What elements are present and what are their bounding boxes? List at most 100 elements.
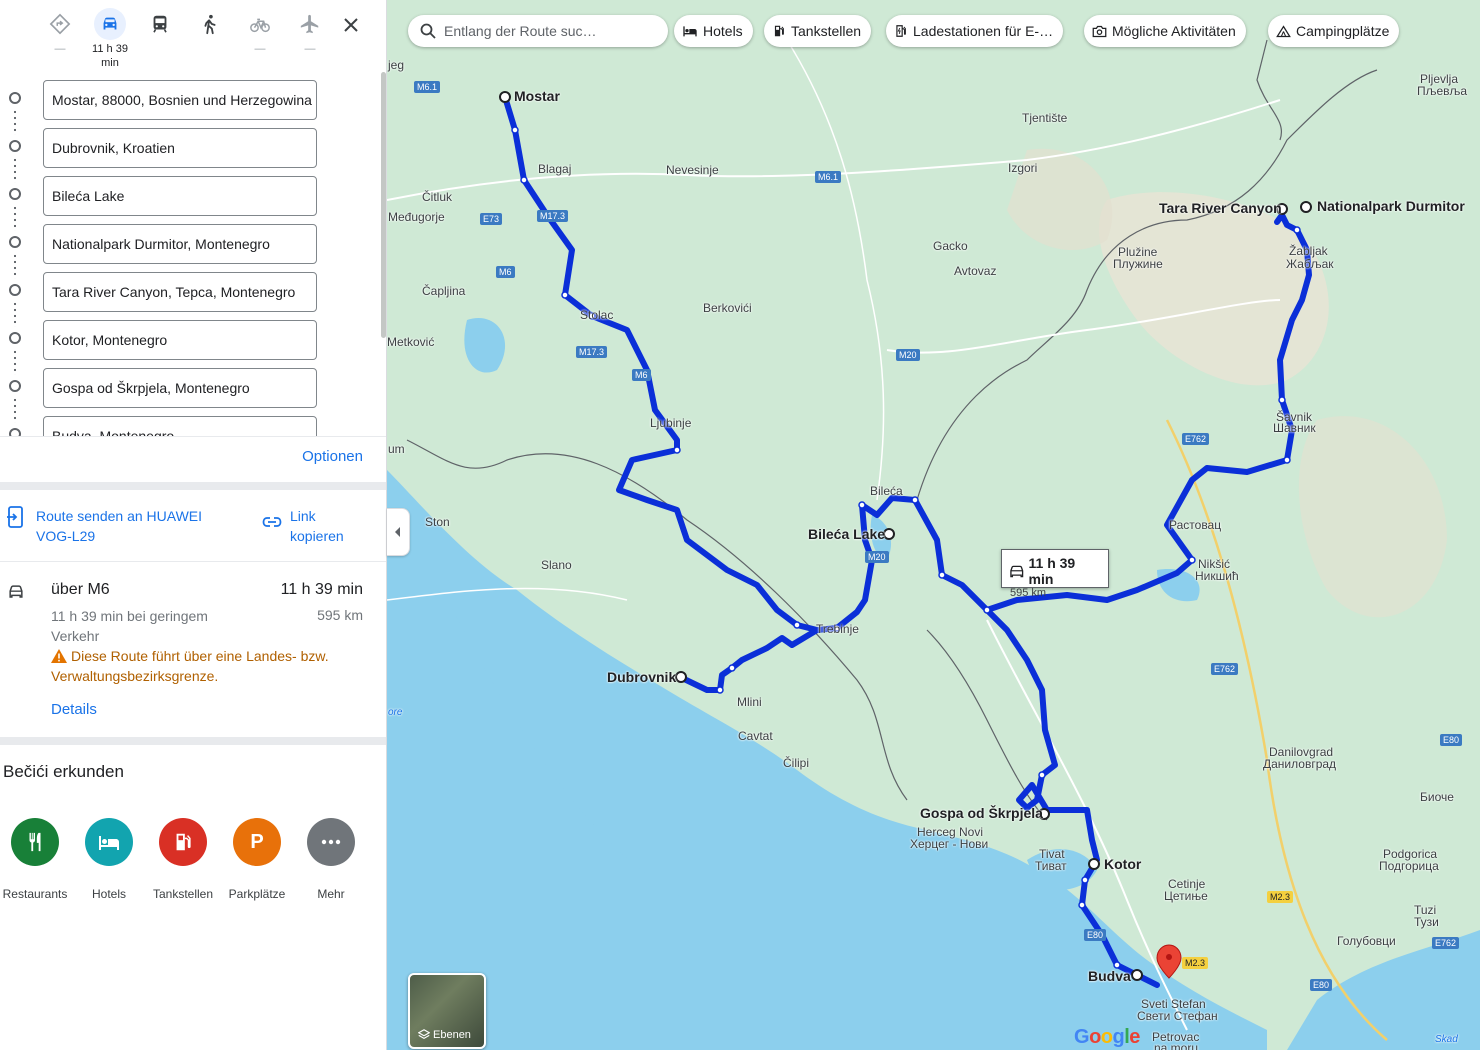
chip-hotels[interactable]: Hotels — [674, 15, 753, 47]
waypoint-input[interactable]: Dubrovnik, Kroatien — [43, 128, 317, 168]
collapse-panel-button[interactable] — [387, 508, 410, 556]
place-label[interactable]: Gospa od Škrpjela — [920, 806, 1043, 820]
hotel-icon — [682, 25, 698, 37]
waypoint-input[interactable]: Bileća Lake — [43, 176, 317, 216]
section-divider — [0, 737, 386, 745]
place-pin[interactable] — [1131, 969, 1143, 981]
gas-station-icon — [159, 818, 207, 866]
restaurant-icon — [11, 818, 59, 866]
send-to-device-button[interactable]: Route senden an HUAWEI VOG-L29 — [6, 506, 226, 546]
waypoint-circle-icon — [9, 140, 21, 152]
waypoint-scrollbar[interactable] — [381, 72, 386, 338]
explore-title: Bečići erkunden — [3, 762, 124, 781]
place-pin[interactable] — [675, 671, 687, 683]
place-label: Голубовци — [1337, 934, 1396, 948]
route-via: über M6 — [51, 581, 110, 598]
chip-gas-stations[interactable]: Tankstellen — [764, 15, 872, 47]
place-label: Плужине — [1113, 257, 1163, 271]
route-warning: Diese Route führt über eine Landes- bzw.… — [51, 646, 371, 686]
map-canvas[interactable]: Mostar Dubrovnik Bileća Lake Tara River … — [387, 0, 1480, 1050]
travel-mode-bar: — 11 h 39 min — — — [0, 0, 386, 72]
category-hotels-button[interactable]: Hotels — [72, 818, 146, 901]
place-label: Растовац — [1169, 518, 1222, 532]
camera-icon — [1092, 25, 1107, 38]
parking-icon: P — [233, 818, 281, 866]
send-to-device-label: Route senden an HUAWEI VOG-L29 — [36, 508, 203, 544]
chevron-left-icon — [395, 527, 400, 537]
warning-icon — [51, 649, 67, 663]
copy-link-button[interactable]: Link kopieren — [262, 506, 360, 546]
maps-app: — 11 h 39 min — — Mostar, 88000, Bosnien… — [0, 0, 1480, 1050]
road-shield: M20 — [896, 349, 920, 361]
waypoint-input[interactable]: Budva, Montenegro — [43, 416, 317, 436]
mode-walk-button[interactable] — [190, 8, 230, 40]
place-label[interactable]: Nationalpark Durmitor — [1317, 199, 1465, 213]
waypoint-input[interactable]: Nationalpark Durmitor, Montenegro — [43, 224, 317, 264]
chip-activities[interactable]: Mögliche Aktivitäten — [1084, 15, 1246, 47]
place-label: Биоче — [1420, 790, 1454, 804]
waypoint-input[interactable]: Mostar, 88000, Bosnien und Herzegowina — [43, 80, 317, 120]
place-label: Čapljina — [422, 284, 466, 298]
road-shield: M2.3 — [1267, 891, 1294, 903]
layers-icon — [418, 1029, 430, 1040]
route-duration: 11 h 39 min — [280, 581, 363, 598]
place-label: Mlini — [737, 695, 762, 709]
mode-bike-button[interactable]: — — [240, 8, 280, 56]
place-label[interactable]: Kotor — [1104, 857, 1141, 871]
chip-camping[interactable]: Campingplätze — [1268, 15, 1400, 47]
road-shield: M6.1 — [414, 81, 441, 93]
mode-car-button[interactable]: 11 h 39 min — [90, 8, 130, 70]
options-link[interactable]: Optionen — [302, 448, 363, 465]
mode-transit-button[interactable] — [140, 8, 180, 40]
copy-link-label: Link kopieren — [290, 508, 344, 544]
car-icon — [9, 585, 23, 598]
route-traffic-note: 11 h 39 min bei geringem Verkehr — [51, 608, 208, 644]
mode-best-button[interactable]: — — [40, 8, 80, 56]
mode-flight-button[interactable]: — — [290, 8, 330, 56]
road-shield: M6 — [632, 369, 651, 381]
place-pin[interactable] — [499, 91, 511, 103]
close-directions-button[interactable] — [338, 12, 364, 38]
place-pin[interactable] — [1300, 201, 1312, 213]
road-shield: M6.1 — [815, 171, 842, 183]
category-gas-button[interactable]: Tankstellen — [146, 818, 220, 901]
place-label[interactable]: Dubrovnik — [607, 670, 676, 684]
route-info-callout[interactable]: 11 h 39 min 595 km — [1001, 549, 1109, 599]
place-label[interactable]: Mostar — [514, 89, 560, 103]
mode-car-time: 11 h 39 min — [92, 43, 128, 69]
chip-ev-charging[interactable]: Ladestationen für E-… — [886, 15, 1064, 47]
place-pin[interactable] — [1088, 858, 1100, 870]
chip-label: Ladestationen für E-… — [913, 23, 1054, 39]
place-label: Stolac — [580, 308, 614, 322]
route-search-box[interactable] — [408, 15, 668, 47]
route-search-input[interactable] — [444, 23, 644, 39]
place-label: Херцег - Нови — [910, 837, 989, 851]
place-label: Свети Стефан — [1137, 1009, 1218, 1023]
waypoint-input[interactable]: Tara River Canyon, Tepca, Montenegro — [43, 272, 317, 312]
place-label: Цетиње — [1164, 889, 1208, 903]
waypoint-row: Kotor, Montenegro — [0, 312, 380, 375]
place-label[interactable]: Budva — [1088, 969, 1131, 983]
waypoint-row: Bileća Lake — [0, 168, 380, 231]
route-details-link[interactable]: Details — [51, 701, 97, 718]
place-label: Avtovaz — [954, 264, 997, 278]
category-restaurants-button[interactable]: Restaurants — [0, 818, 72, 901]
route-option-card[interactable]: über M6 11 h 39 min 11 h 39 min bei geri… — [0, 562, 386, 738]
google-logo: Google — [1074, 1026, 1140, 1048]
place-label: Berkovići — [703, 301, 752, 315]
waypoint-circle-icon — [9, 332, 21, 344]
category-more-button[interactable]: Mehr — [294, 818, 368, 901]
waypoint-row: Mostar, 88000, Bosnien und Herzegowina — [0, 72, 380, 135]
place-label[interactable]: Tara River Canyon — [1159, 201, 1282, 215]
category-parking-button[interactable]: P Parkplätze — [220, 818, 294, 901]
place-label: Жабљак — [1286, 257, 1334, 271]
ev-charging-icon — [894, 24, 908, 38]
place-label[interactable]: Bileća Lake — [808, 527, 885, 541]
category-label: Parkplätze — [228, 887, 286, 901]
share-row: Route senden an HUAWEI VOG-L29 Link kopi… — [0, 490, 386, 562]
waypoint-input[interactable]: Gospa od Škrpjela, Montenegro — [43, 368, 317, 408]
waypoint-input[interactable]: Kotor, Montenegro — [43, 320, 317, 360]
mode-best-time: — — [54, 43, 66, 55]
layers-button[interactable]: Ebenen — [408, 973, 486, 1049]
waypoint-row: Gospa od Škrpjela, Montenegro — [0, 360, 380, 423]
